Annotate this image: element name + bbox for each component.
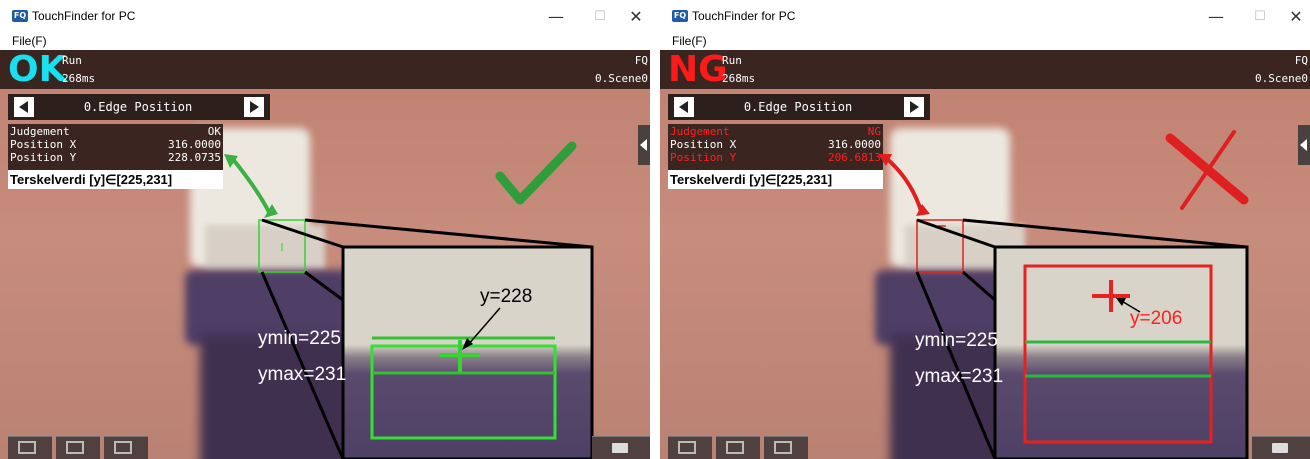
zoom-frame — [993, 245, 1249, 459]
zoom-connector — [261, 218, 344, 249]
cross-mark-icon — [1180, 130, 1236, 210]
touchfinder-window-ok: FQ TouchFinder for PC — ☐ ✕ File(F) OK R… — [0, 0, 650, 459]
maximize-button[interactable]: ☐ — [580, 6, 620, 28]
ymin-label: ymin=225 — [258, 328, 341, 349]
ymax-label: ymax=231 — [258, 364, 347, 385]
annotation-overlay — [878, 130, 1249, 459]
pointer-arrow — [466, 307, 501, 347]
close-button[interactable]: ✕ — [616, 6, 650, 28]
zoom-connector — [962, 218, 1248, 249]
app-logo-icon: FQ — [12, 10, 28, 22]
minimize-button[interactable]: — — [536, 6, 576, 28]
touchfinder-window-ng: FQ TouchFinder for PC — ☐ ✕ File(F) NG R… — [660, 0, 1310, 459]
close-button[interactable]: ✕ — [1276, 6, 1310, 28]
app-logo-icon: FQ — [672, 10, 688, 22]
ymin-label: ymin=225 — [915, 330, 998, 351]
checkmark-icon — [495, 141, 577, 205]
zoom-connector — [962, 270, 996, 302]
camera-button[interactable] — [104, 436, 148, 459]
zoom-roi — [370, 344, 557, 440]
camera-view[interactable]: NG Run 268ms FQ 0.Scene0 0.Edge Position… — [660, 50, 1310, 459]
menu-file[interactable]: File(F) — [12, 34, 47, 48]
arrow-left-icon — [1300, 139, 1307, 151]
toolbox-button[interactable] — [1252, 436, 1310, 459]
zoom-icon — [726, 441, 744, 454]
frame-icon — [678, 441, 696, 454]
title-bar: FQ TouchFinder for PC — ☐ ✕ — [0, 0, 650, 32]
frame-button[interactable] — [8, 436, 52, 459]
ymax-label: ymax=231 — [915, 366, 1004, 387]
window-title: TouchFinder for PC — [692, 9, 796, 23]
frame-button[interactable] — [668, 436, 712, 459]
zoom-connector — [304, 218, 593, 249]
arrow-head — [462, 338, 473, 350]
zoom-button[interactable] — [56, 436, 100, 459]
camera-icon — [774, 441, 792, 454]
window-title: TouchFinder for PC — [32, 9, 136, 23]
maximize-button[interactable]: ☐ — [1240, 6, 1280, 28]
menu-file[interactable]: File(F) — [672, 34, 707, 48]
minimize-button[interactable]: — — [1196, 6, 1236, 28]
zoom-connector — [304, 270, 344, 302]
zoom-roi — [1023, 264, 1213, 444]
curved-arrow — [230, 156, 272, 215]
curved-arrow — [884, 156, 924, 215]
menu-bar: File(F) — [0, 32, 650, 50]
y-value-label: y=228 — [480, 286, 533, 307]
toolbox-button[interactable] — [592, 436, 650, 459]
arrow-left-icon — [640, 139, 647, 151]
camera-button[interactable] — [764, 436, 808, 459]
y-value-label: y=206 — [1130, 308, 1183, 329]
title-bar: FQ TouchFinder for PC — ☐ ✕ — [660, 0, 1310, 32]
side-panel-toggle[interactable] — [1298, 125, 1310, 165]
zoom-connector — [916, 218, 996, 249]
camera-view[interactable]: OK Run 268ms FQ 0.Scene0 0.Edge Position… — [0, 50, 650, 459]
camera-icon — [114, 441, 132, 454]
frame-icon — [18, 441, 36, 454]
annotation-overlay — [224, 141, 594, 459]
menu-bar: File(F) — [660, 32, 1310, 50]
toolbox-icon — [1272, 443, 1288, 453]
zoom-button[interactable] — [716, 436, 760, 459]
zoom-icon — [66, 441, 84, 454]
toolbox-icon — [612, 443, 628, 453]
side-panel-toggle[interactable] — [638, 125, 650, 165]
